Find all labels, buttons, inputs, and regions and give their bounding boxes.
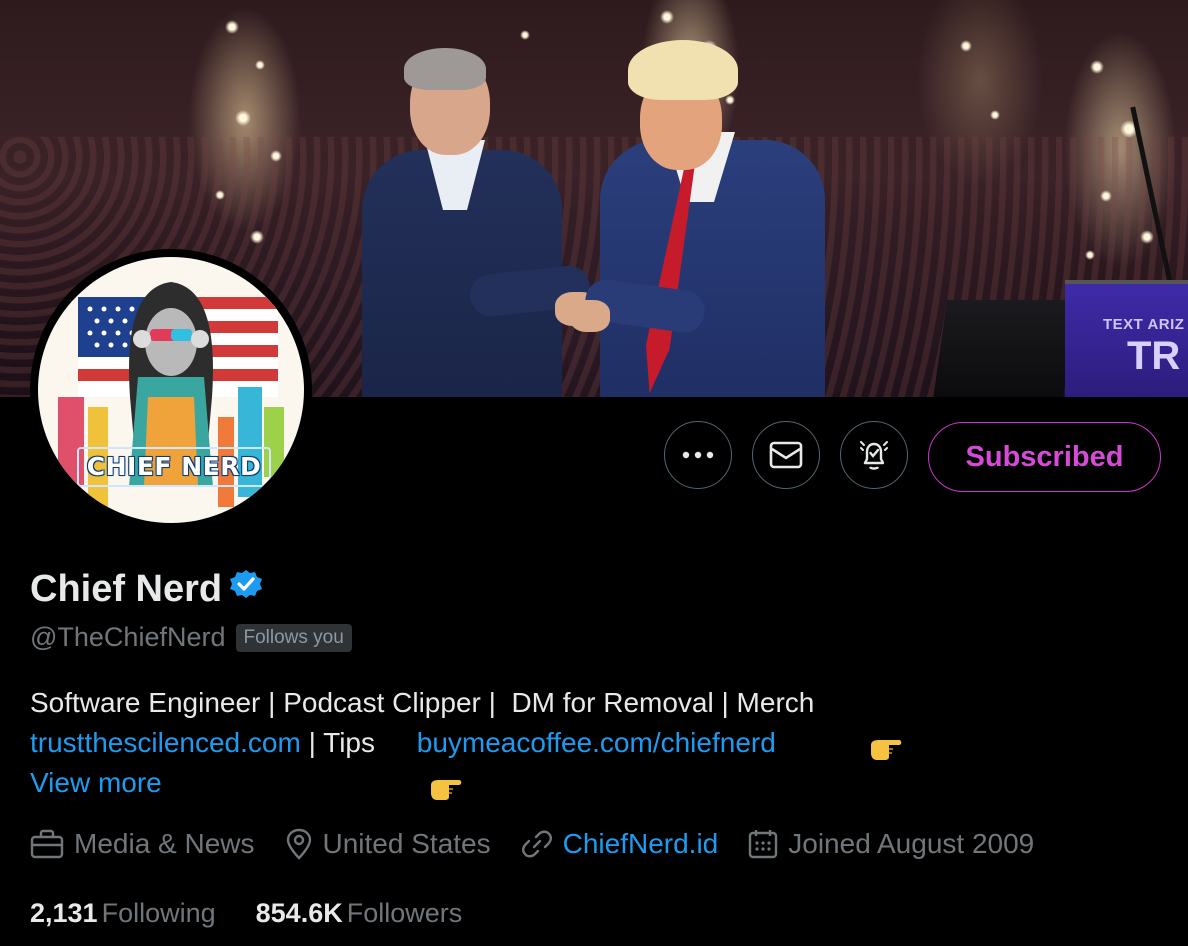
bio-line-2: trustthescilenced.com | Tips buymeacoffe… (30, 723, 1150, 800)
handle: @TheChiefNerd (30, 622, 226, 652)
bell-check-icon (860, 441, 888, 470)
subscribed-button[interactable]: Subscribed (928, 422, 1161, 492)
category-item: Media & News (30, 828, 255, 860)
location-text: United States (322, 828, 491, 859)
follows-you-badge: Follows you (235, 623, 352, 652)
bio: Software Engineer | Podcast Clipper | DM… (30, 683, 1150, 800)
calendar-icon (749, 830, 778, 859)
bio-text-1: Software Engineer | Podcast Clipper | DM… (30, 687, 823, 718)
briefcase-icon (30, 829, 64, 859)
location-item: United States (285, 828, 491, 860)
handle-row: @TheChiefNerd Follows you (30, 622, 352, 653)
followers-count: 854.6K (255, 898, 343, 928)
display-name-row: Chief Nerd (30, 566, 264, 612)
display-name: Chief Nerd (30, 567, 223, 610)
link-icon (521, 830, 552, 858)
more-options-button[interactable] (664, 421, 732, 489)
stage-sign-text-small: TEXT ARIZ (1103, 316, 1185, 333)
envelope-icon (769, 441, 803, 469)
location-pin-icon (286, 828, 311, 860)
following-stat[interactable]: 2,131 Following (30, 898, 216, 929)
more-icon (682, 451, 714, 459)
bio-line-1: Software Engineer | Podcast Clipper | DM… (30, 683, 1150, 760)
pointing-right-icon (822, 692, 902, 760)
bio-text-2: | Tips (300, 727, 383, 758)
message-button[interactable] (752, 421, 820, 489)
avatar-image: CHIEF NERD (38, 257, 304, 523)
profile-avatar[interactable]: CHIEF NERD (30, 249, 312, 531)
view-more-link[interactable]: View more (30, 767, 162, 799)
verified-badge-icon[interactable] (228, 566, 264, 612)
profile-meta-row: Media & News United States ChiefNerd.id … (30, 828, 1064, 860)
bio-link-buymeacoffee[interactable]: buymeacoffee.com/chiefnerd (417, 723, 776, 763)
website-item: ChiefNerd.id (521, 828, 719, 860)
following-label: Following (101, 898, 216, 928)
podium (932, 300, 1078, 397)
follow-stats: 2,131 Following 854.6K Followers (30, 898, 502, 929)
joined-item: Joined August 2009 (748, 828, 1034, 860)
followers-stat[interactable]: 854.6K Followers (256, 898, 463, 929)
stage-sign: TEXT ARIZ TR (1065, 280, 1188, 397)
following-count: 2,131 (30, 898, 98, 928)
joined-text: Joined August 2009 (788, 828, 1035, 859)
pointing-right-icon-2 (383, 732, 462, 800)
website-link[interactable]: ChiefNerd.id (563, 828, 719, 860)
notifications-button[interactable] (840, 421, 908, 489)
followers-label: Followers (346, 898, 463, 928)
stage-sign-text-large: TR (1127, 334, 1181, 378)
category-text: Media & News (74, 828, 255, 859)
bio-link-trustthescilenced[interactable]: trustthescilenced.com (30, 723, 301, 763)
avatar-label: CHIEF NERD (77, 447, 271, 487)
